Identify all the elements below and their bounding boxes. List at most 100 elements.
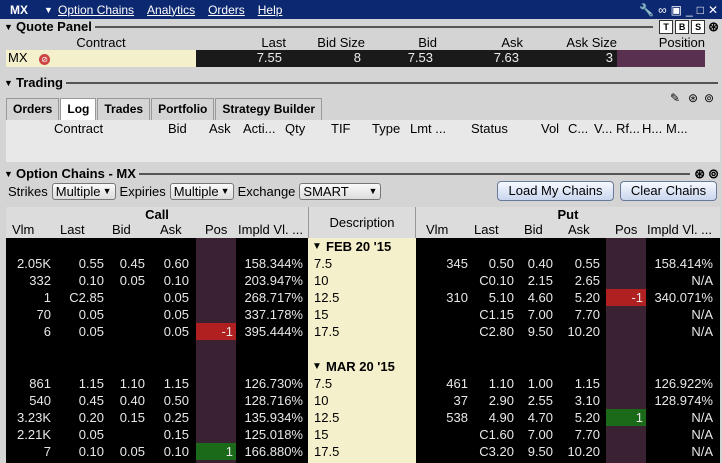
settings-icon[interactable]: ⊛	[694, 166, 705, 182]
option-row[interactable]: 70 0.05 0.05 337.178% 15 C1.15 7.00 7.70 N/A	[6, 306, 720, 323]
cell-cpos[interactable]: 1	[196, 443, 236, 460]
menu-option-chains[interactable]: Option Chains	[58, 3, 134, 17]
option-row[interactable]: 540 0.45 0.40 0.50 128.716% 10 37 2.90 2.55 3.10 1…	[6, 392, 720, 409]
menu-analytics[interactable]: Analytics	[147, 3, 195, 17]
cell-pbid: 1.00	[527, 376, 553, 391]
tab-orders[interactable]: Orders	[6, 98, 60, 120]
wrench-icon[interactable]: 🔧	[639, 3, 654, 17]
cell-ppos[interactable]: -1	[606, 289, 646, 306]
cell-piv: 126.922%	[654, 376, 713, 391]
maximize-icon[interactable]: □	[697, 3, 704, 17]
cell-civ: 128.716%	[244, 393, 303, 408]
cell-ppos[interactable]	[606, 392, 646, 409]
tab-log[interactable]: Log	[60, 98, 97, 120]
pen-icon[interactable]: ✎	[670, 91, 680, 105]
cell-pbid: 4.60	[527, 290, 553, 305]
menu-help[interactable]: Help	[258, 3, 283, 17]
cell-cpos[interactable]	[196, 392, 236, 409]
t-badge-icon[interactable]: T	[659, 19, 674, 34]
cell-cpos[interactable]	[196, 255, 236, 272]
collapse-icon[interactable]: ▼	[4, 169, 13, 179]
minimize-icon[interactable]: _	[686, 3, 693, 17]
s-badge-icon[interactable]: S	[691, 19, 706, 34]
col-action: Acti...	[243, 121, 276, 136]
col-bid: Bid	[112, 222, 131, 237]
cell-ppos[interactable]	[606, 426, 646, 443]
expiry-group-mar[interactable]: ▼ MAR 20 '15	[308, 358, 416, 375]
cell-ppos[interactable]	[606, 443, 646, 460]
cell-ppos[interactable]	[606, 323, 646, 340]
cell-cpos[interactable]	[196, 375, 236, 392]
option-row[interactable]: 6 0.05 0.05 -1 395.444% 17.5 C2.80 9.50 10.20 N/A	[6, 323, 720, 340]
load-my-chains-button[interactable]: Load My Chains	[497, 181, 614, 201]
option-row[interactable]: 3.23K 0.20 0.15 0.25 135.934% 12.5 538 4.90 4.70…	[6, 409, 720, 426]
cell-pbid: 0.40	[527, 256, 553, 271]
option-row[interactable]: 2.21K 0.05 0.15 125.018% 15 C1.60 7.00 7.70 N/A	[6, 426, 720, 443]
cell-pbid: 4.70	[527, 410, 553, 425]
cell-cpos[interactable]	[196, 409, 236, 426]
col-vlm: Vlm	[12, 222, 35, 237]
cell-civ: 395.444%	[244, 324, 303, 339]
strikes-select[interactable]: Multiple	[51, 183, 116, 200]
cell-cpos[interactable]: -1	[196, 323, 236, 340]
option-row[interactable]: 7 0.10 0.05 0.10 1 166.880% 17.5 C3.20 9.50 10.20…	[6, 443, 720, 460]
cell-civ: 158.344%	[244, 256, 303, 271]
link-icon[interactable]: ∞	[658, 3, 667, 17]
quote-row[interactable]: MX ⊘ 7.55 8 7.53 7.63 3	[6, 50, 720, 67]
cell-piv: N/A	[691, 324, 713, 339]
help-icon[interactable]: ⊚	[704, 91, 714, 105]
option-row[interactable]: 332 0.10 0.05 0.10 203.947% 10 C0.10 2.15 2.65 N/…	[6, 272, 720, 289]
tab-trades[interactable]: Trades	[97, 98, 151, 120]
expiries-select[interactable]: Multiple	[169, 183, 234, 200]
stop-icon[interactable]: ⊘	[39, 54, 51, 65]
cell-cpos[interactable]	[196, 289, 236, 306]
cell-piv: 340.071%	[654, 290, 713, 305]
collapse-icon[interactable]: ▼	[4, 78, 13, 88]
col-bid-size: Bid Size	[317, 35, 365, 50]
cell-ppos[interactable]: 1	[606, 409, 646, 426]
collapse-icon[interactable]: ▼	[4, 22, 13, 32]
last-value: 7.55	[196, 50, 286, 67]
cell-ppos[interactable]	[606, 375, 646, 392]
cell-desc: 15	[314, 307, 329, 322]
clear-chains-button[interactable]: Clear Chains	[620, 181, 717, 201]
tab-portfolio[interactable]: Portfolio	[151, 98, 215, 120]
option-row[interactable]: 2.05K 0.55 0.45 0.60 158.344% 7.5 345 0.50 0.40 0…	[6, 255, 720, 272]
cell-cbid: 0.40	[119, 393, 145, 408]
cell-piv: N/A	[691, 444, 713, 459]
col-position: Position	[658, 35, 705, 50]
cell-pvlm: 538	[446, 410, 468, 425]
menu-orders[interactable]: Orders	[208, 3, 245, 17]
tab-strategy-builder[interactable]: Strategy Builder	[215, 98, 323, 120]
b-badge-icon[interactable]: B	[675, 19, 690, 34]
col-rf: Rf...	[616, 121, 640, 136]
option-row[interactable]: 1 C2.85 0.05 268.717% 12.5 310 5.10 4.60 5.20 -1 3…	[6, 289, 720, 306]
help-icon[interactable]: ⊚	[708, 166, 719, 182]
cell-cpos[interactable]	[196, 426, 236, 443]
cell-ppos[interactable]	[606, 272, 646, 289]
cell-ppos[interactable]	[606, 255, 646, 272]
symbol-selector[interactable]: MX	[10, 3, 44, 17]
position-value	[617, 50, 705, 67]
cell-desc: 12.5	[314, 290, 340, 305]
cell-civ: 337.178%	[244, 307, 303, 322]
settings-icon[interactable]: ⊛	[688, 91, 698, 105]
cell-piv: 158.414%	[654, 256, 713, 271]
cell-plast: 2.90	[488, 393, 514, 408]
option-row[interactable]: 861 1.15 1.10 1.15 126.730% 7.5 461 1.10 1.00 1.1…	[6, 375, 720, 392]
cell-clast: 0.05	[78, 324, 104, 339]
exchange-select[interactable]: SMART	[299, 183, 382, 200]
col-pos: Pos	[205, 222, 228, 237]
col-last: Last	[261, 35, 286, 50]
cell-cpos[interactable]	[196, 306, 236, 323]
expiry-group-feb[interactable]: ▼ FEB 20 '15	[308, 238, 416, 255]
chevron-down-icon[interactable]: ▼	[44, 5, 58, 15]
close-icon[interactable]: ✕	[708, 3, 718, 17]
cell-piv: N/A	[691, 273, 713, 288]
lock-icon[interactable]: ▣	[671, 3, 682, 17]
col-type: Type	[372, 121, 401, 136]
cell-cpos[interactable]	[196, 272, 236, 289]
cell-plast: 0.50	[488, 256, 514, 271]
settings-icon[interactable]: ⊛	[708, 19, 719, 35]
cell-ppos[interactable]	[606, 306, 646, 323]
